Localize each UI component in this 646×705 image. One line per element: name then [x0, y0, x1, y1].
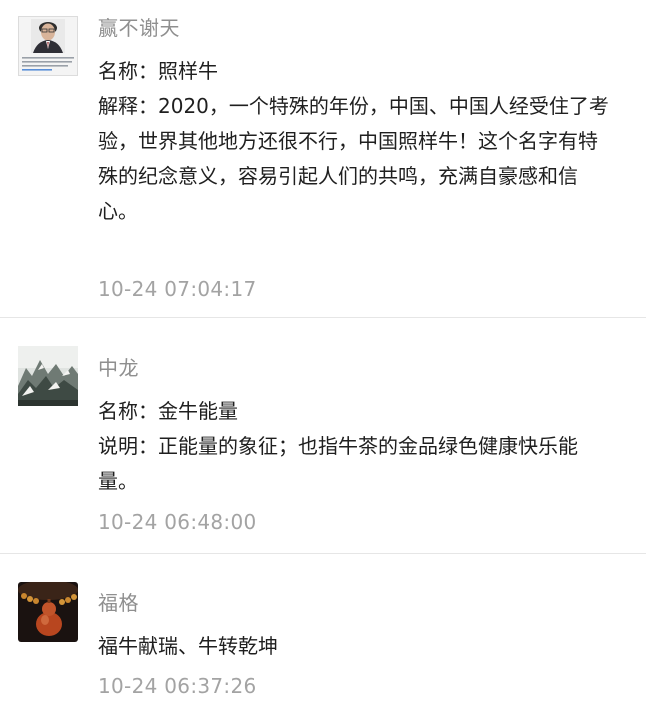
- comment-item: 赢不谢天 名称：照样牛 解释：2020，一个特殊的年份，中国、中国人经受住了考 …: [0, 0, 646, 318]
- comment-timestamp: 10-24 06:48:00: [98, 510, 257, 534]
- comment-text-line: 名称：金牛能量: [98, 399, 238, 423]
- comment-text-line: 名称：照样牛: [98, 59, 218, 83]
- portrait-avatar[interactable]: [18, 16, 78, 76]
- comment-text-line: 心。: [98, 199, 138, 223]
- comment-text-line: 验，世界其他地方还很不行，中国照样牛！这个名字有特: [98, 129, 598, 153]
- comment-author[interactable]: 中龙: [98, 354, 646, 382]
- gourd-beads-avatar[interactable]: [18, 582, 78, 642]
- comment-timestamp: 10-24 06:37:26: [98, 674, 257, 698]
- comment-author[interactable]: 福格: [98, 589, 646, 617]
- comment-text-line: 殊的纪念意义，容易引起人们的共鸣，充满自豪感和信: [98, 164, 578, 188]
- mountain-painting-avatar[interactable]: [18, 346, 78, 406]
- comment-timestamp: 10-24 07:04:17: [98, 277, 257, 301]
- comment-text-line: 解释：2020，一个特殊的年份，中国、中国人经受住了考: [98, 94, 609, 118]
- comment-text-line: 量。: [98, 469, 138, 493]
- comment-list: 赢不谢天 名称：照样牛 解释：2020，一个特殊的年份，中国、中国人经受住了考 …: [0, 0, 646, 705]
- comment-text-line: 福牛献瑞、牛转乾坤: [98, 634, 278, 658]
- comment-item: 福格 福牛献瑞、牛转乾坤 10-24 06:37:26: [0, 554, 646, 705]
- comment-text-line: 说明：正能量的象征；也指牛茶的金品绿色健康快乐能: [98, 434, 578, 458]
- comment-author[interactable]: 赢不谢天: [98, 14, 646, 42]
- comment-item: 中龙 名称：金牛能量 说明：正能量的象征；也指牛茶的金品绿色健康快乐能 量。 1…: [0, 318, 646, 554]
